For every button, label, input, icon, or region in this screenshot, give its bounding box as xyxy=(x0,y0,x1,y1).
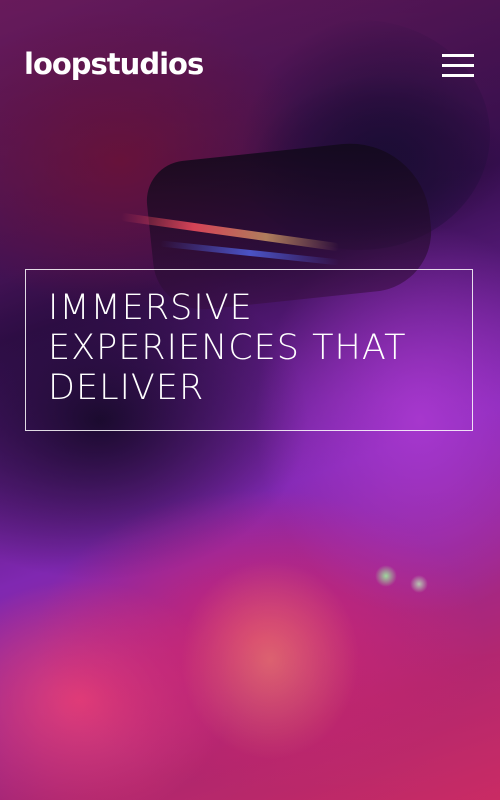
menu-bar-bottom xyxy=(442,74,474,77)
menu-bar-top xyxy=(442,54,474,57)
hero-background-light-stripe-blue xyxy=(160,240,340,266)
hero-background-glow xyxy=(410,575,428,593)
hamburger-menu-icon[interactable] xyxy=(442,54,476,78)
hero-background-tattoo-shape xyxy=(180,560,360,760)
menu-bar-middle xyxy=(442,64,474,67)
site-logo[interactable]: loopstudios xyxy=(24,49,204,79)
hero-background-light-stripe xyxy=(120,212,340,252)
hero-headline-box: IMMERSIVE EXPERIENCES THAT DELIVER xyxy=(25,269,473,431)
hero-background-glow xyxy=(375,565,397,587)
hero-headline: IMMERSIVE EXPERIENCES THAT DELIVER xyxy=(48,288,407,408)
site-header: loopstudios xyxy=(24,44,476,92)
hero-section: loopstudios IMMERSIVE EXPERIENCES THAT D… xyxy=(0,0,500,800)
